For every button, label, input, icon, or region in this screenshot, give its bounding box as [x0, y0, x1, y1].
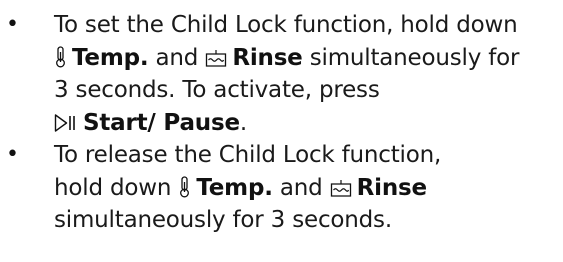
connector-text: and: [279, 174, 323, 201]
list-item-release-child-lock: • To release the Child Lock function, ho…: [0, 139, 563, 237]
instruction-text: hold down: [54, 174, 172, 201]
text-line: 3 seconds. To activate, press: [54, 74, 557, 107]
temp-button-label: Temp.: [196, 174, 273, 201]
list-item-set-child-lock: • To set the Child Lock function, hold d…: [0, 0, 563, 139]
text-line: simultaneously for 3 seconds.: [54, 204, 557, 237]
rinse-basin-icon: [330, 179, 352, 198]
temp-button-label: Temp.: [72, 44, 149, 71]
rinse-button-label: Rinse: [356, 174, 427, 201]
text-line: To release the Child Lock function,: [54, 139, 557, 172]
start-pause-button-label: Start/ Pause: [83, 109, 240, 136]
text-line: Start/ Pause.: [54, 107, 557, 140]
rinse-basin-icon: [205, 49, 227, 68]
text-line: To set the Child Lock function, hold dow…: [54, 9, 557, 42]
text-line: Temp. and Rinse simultaneously for: [54, 42, 557, 75]
instruction-text: 3 seconds. To activate, press: [54, 77, 380, 103]
rinse-button-label: Rinse: [232, 44, 303, 71]
end-punctuation: .: [239, 109, 247, 136]
bullet-marker: •: [6, 12, 19, 37]
child-lock-instructions: • To set the Child Lock function, hold d…: [0, 0, 563, 262]
play-pause-icon: [54, 113, 78, 133]
connector-text: and: [155, 44, 199, 71]
instruction-list: • To set the Child Lock function, hold d…: [0, 0, 563, 237]
instruction-text: To set the Child Lock function, hold dow…: [54, 12, 518, 38]
instruction-text: simultaneously for 3 seconds.: [54, 207, 392, 233]
instruction-text: To release the Child Lock function,: [54, 142, 442, 168]
thermometer-icon: [178, 175, 191, 198]
text-line: hold down Temp. and Rinse: [54, 172, 557, 205]
thermometer-icon: [54, 45, 67, 68]
instruction-text: simultaneously for: [309, 44, 520, 71]
bullet-marker: •: [6, 142, 19, 167]
